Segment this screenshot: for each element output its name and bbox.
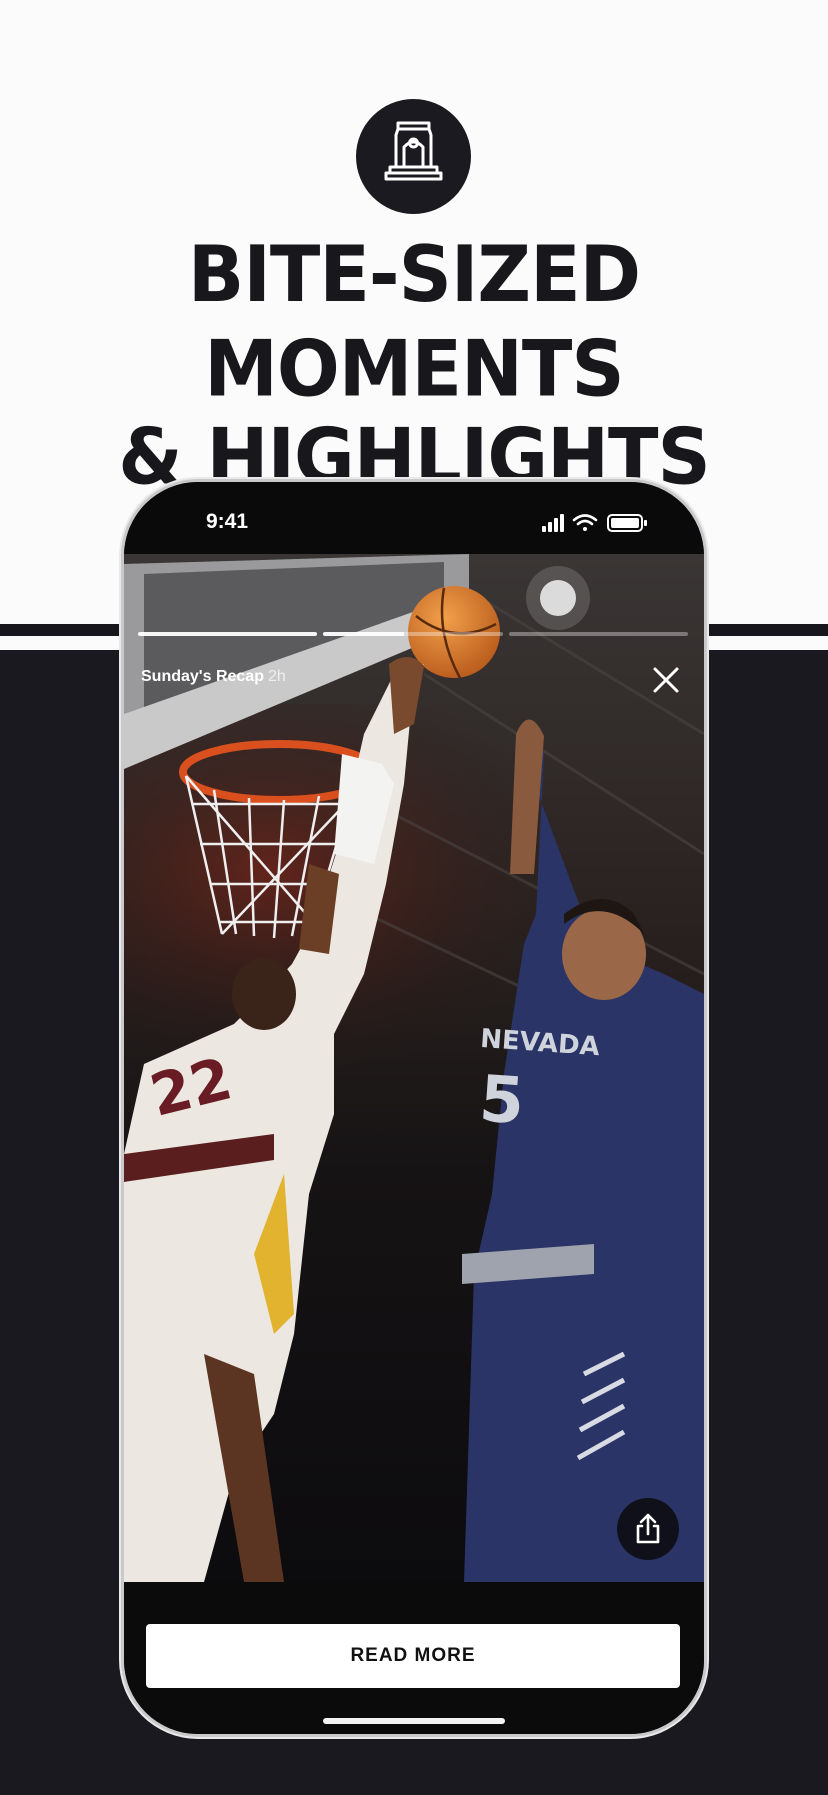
wifi-icon — [572, 514, 598, 531]
progress-segment-active — [323, 632, 503, 636]
story-viewer[interactable]: 22 NEVADA 5 Sunday's Recap 2h — [124, 554, 704, 1582]
logo-badge — [356, 99, 471, 214]
share-icon — [636, 1513, 660, 1544]
battery-icon — [607, 514, 647, 532]
story-image: 22 NEVADA 5 — [124, 554, 704, 1582]
cellular-signal-icon — [542, 514, 564, 532]
story-title: Sunday's Recap — [141, 668, 264, 685]
story-header: Sunday's Recap 2h — [141, 668, 286, 686]
story-age: 2h — [267, 668, 286, 685]
status-time: 9:41 — [206, 510, 249, 533]
headline-line-1: BITE-SIZED MOMENTS — [187, 229, 641, 415]
status-bar: 9:41 — [124, 482, 704, 554]
home-indicator[interactable] — [323, 1718, 505, 1724]
close-icon — [653, 667, 679, 693]
share-button[interactable] — [617, 1498, 679, 1560]
story-progress-bar — [138, 632, 688, 636]
story-footer: READ MORE — [124, 1582, 704, 1734]
progress-segment — [508, 632, 688, 636]
page-headline: BITE-SIZED MOMENTS & HIGHLIGHTS — [0, 230, 828, 503]
close-button[interactable] — [648, 662, 684, 698]
read-more-button[interactable]: READ MORE — [146, 1624, 680, 1688]
arena-building-icon — [384, 121, 443, 181]
player-right-number: 5 — [477, 1062, 527, 1139]
progress-segment — [138, 632, 318, 636]
status-icons — [542, 514, 647, 532]
phone-mockup: 9:41 22 NEVADA 5 Sunday's Recap 2h READ … — [124, 482, 704, 1734]
